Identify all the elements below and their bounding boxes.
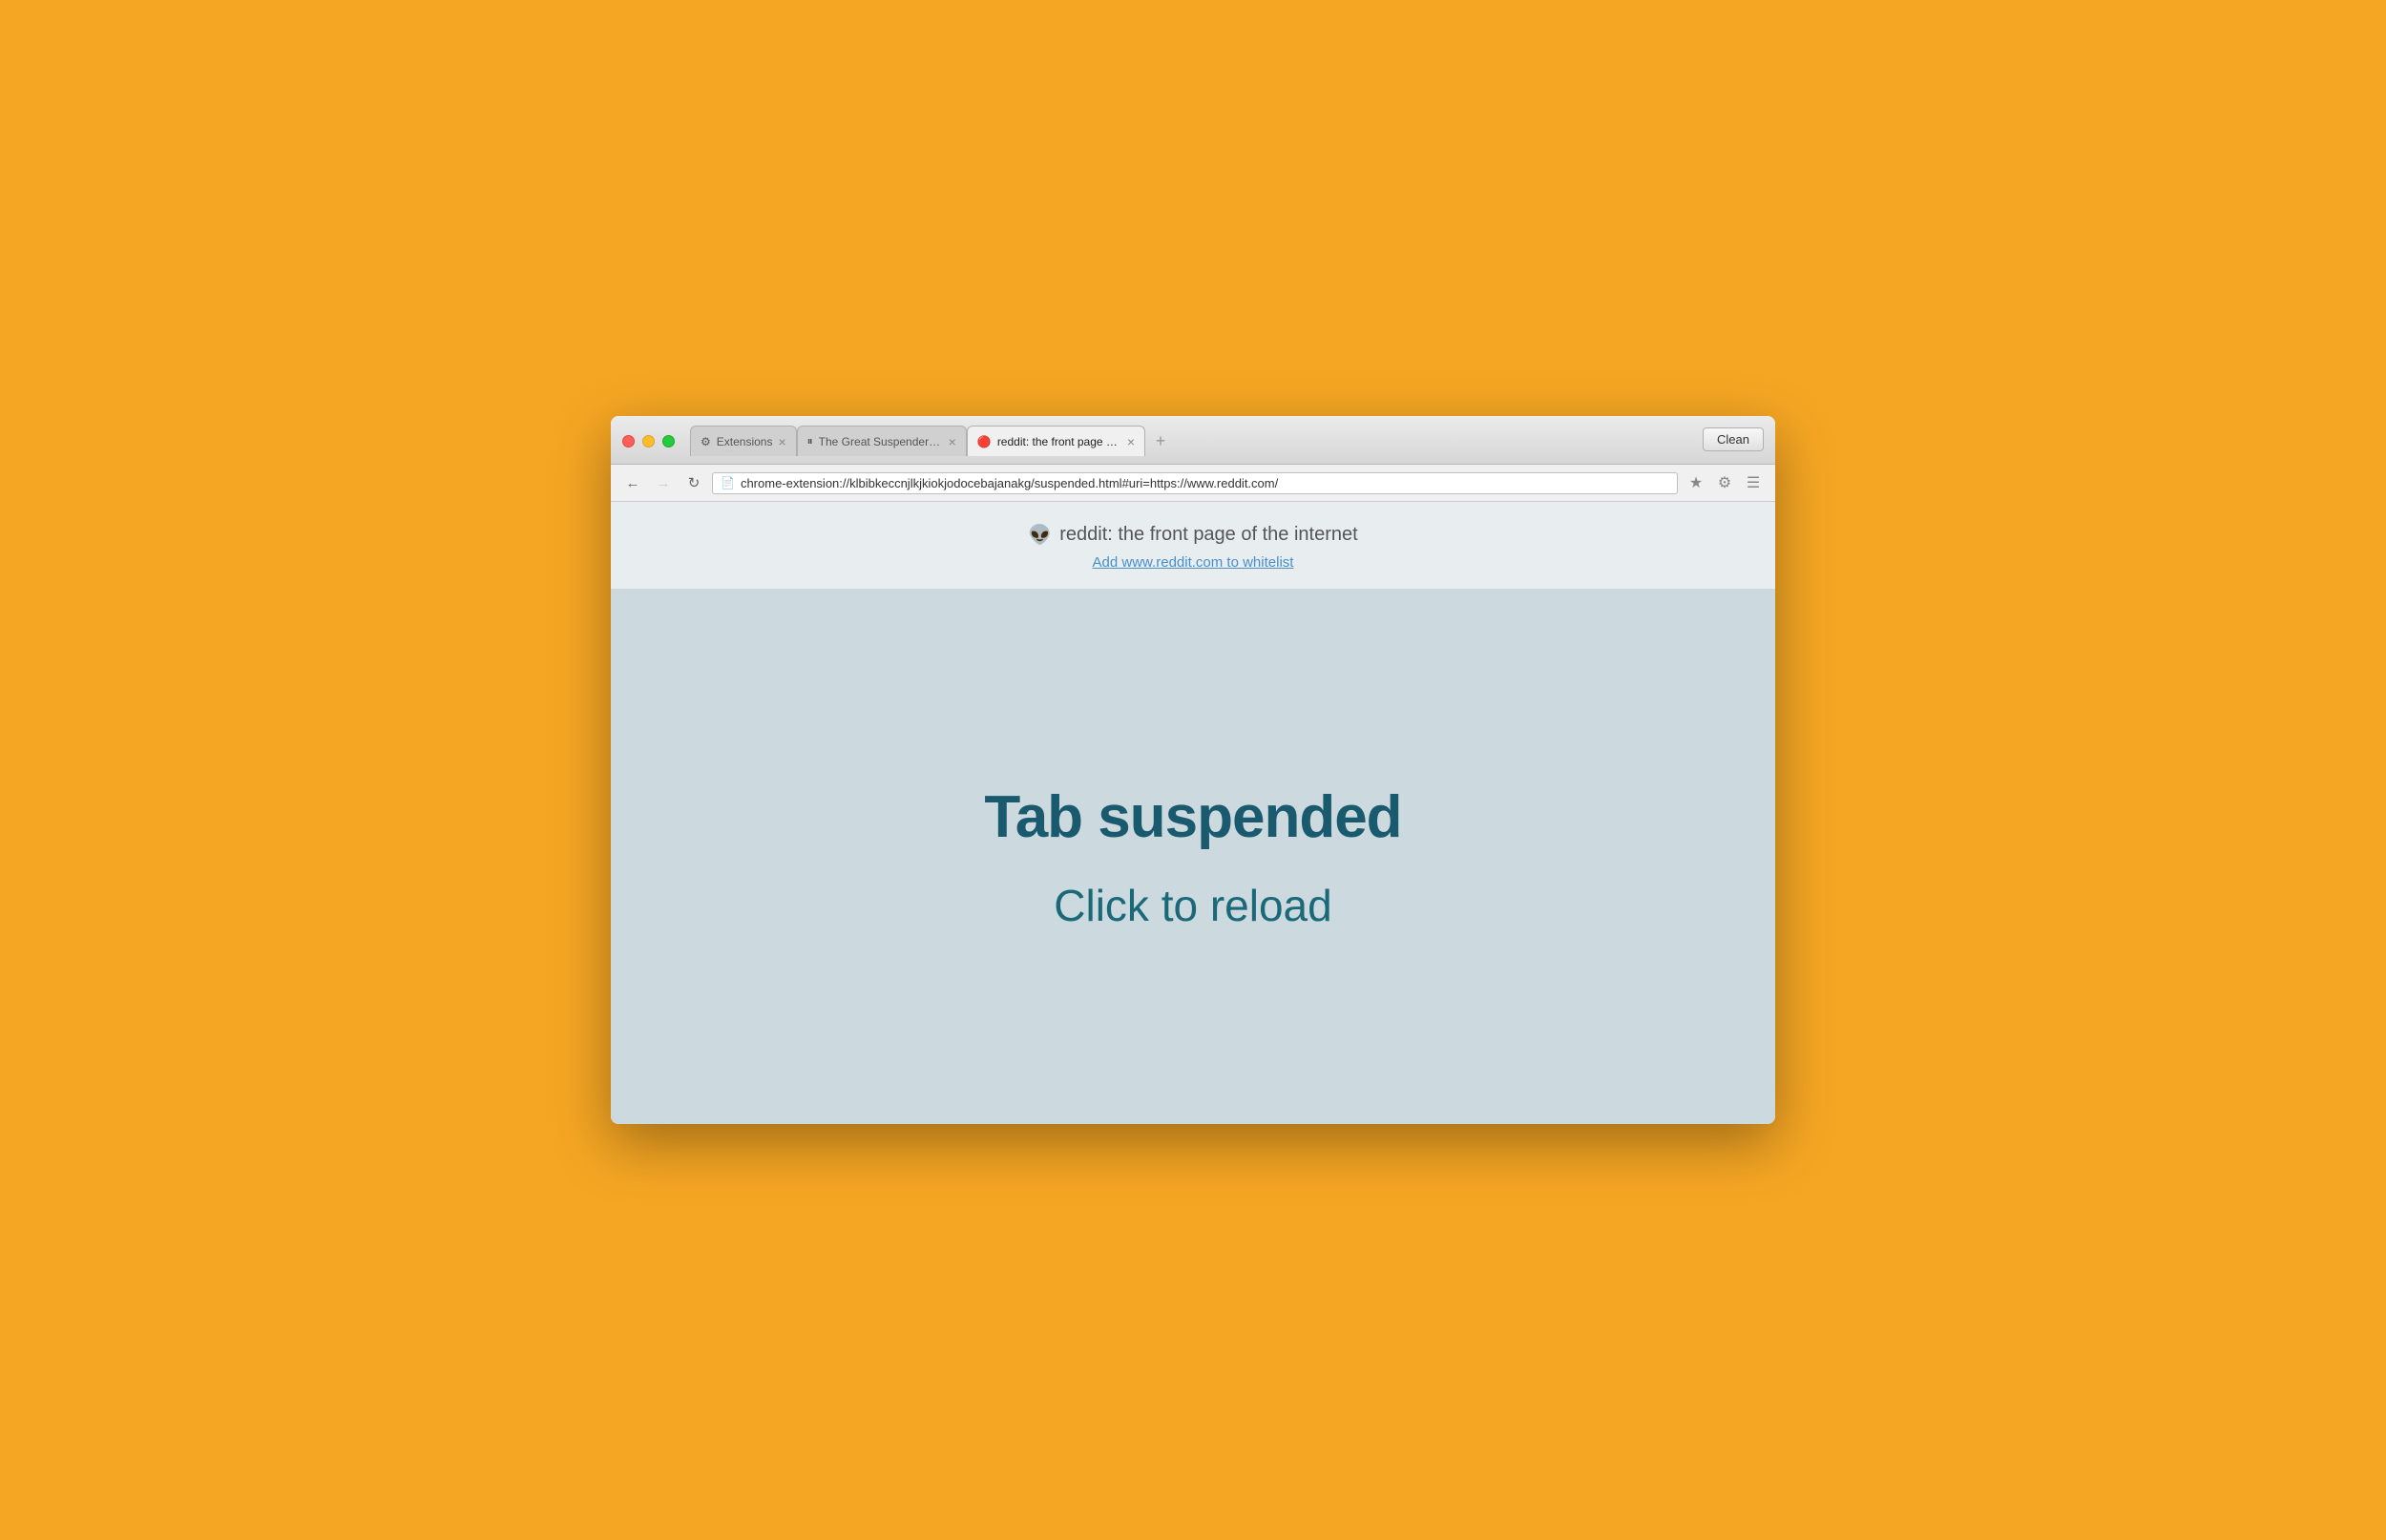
tab-great-suspender-close[interactable]: × <box>949 435 956 448</box>
new-tab-button[interactable]: + <box>1145 426 1176 456</box>
tab-great-suspender[interactable]: ⏸ The Great Suspender - Chi × <box>797 426 967 456</box>
reload-button[interactable]: ↻ <box>681 470 706 495</box>
tab-great-suspender-label: The Great Suspender - Chi <box>819 435 943 448</box>
extensions-tab-icon: ⚙ <box>701 435 711 448</box>
bookmark-button[interactable]: ★ <box>1684 470 1708 495</box>
puzzle-icon: ⚙ <box>1718 473 1731 492</box>
back-icon: ← <box>626 475 640 491</box>
tab-reddit-label: reddit: the front page of th <box>997 435 1121 448</box>
back-button[interactable]: ← <box>620 470 645 495</box>
tab-extensions-close[interactable]: × <box>778 435 785 448</box>
tab-extensions[interactable]: ⚙ Extensions × <box>690 426 797 456</box>
click-to-reload-label[interactable]: Click to reload <box>1054 880 1331 931</box>
forward-button[interactable]: → <box>651 470 676 495</box>
star-icon: ★ <box>1689 473 1703 492</box>
page-header: 👽 reddit: the front page of the internet… <box>611 502 1775 590</box>
title-bar: ⚙ Extensions × ⏸ The Great Suspender - C… <box>611 416 1775 465</box>
reload-icon: ↻ <box>688 474 701 491</box>
reddit-tab-icon: 🔴 <box>977 435 992 448</box>
page-site-title: reddit: the front page of the internet <box>1059 524 1357 546</box>
close-button[interactable] <box>622 435 635 447</box>
clean-button[interactable]: Clean <box>1703 427 1764 451</box>
menu-icon: ☰ <box>1747 473 1760 492</box>
nav-bar: ← → ↻ 📄 ★ ⚙ ☰ <box>611 465 1775 502</box>
tab-extensions-label: Extensions <box>717 435 773 448</box>
great-suspender-tab-icon: ⏸ <box>807 434 813 448</box>
page-header-title: 👽 reddit: the front page of the internet <box>611 523 1775 547</box>
forward-icon: → <box>657 475 671 491</box>
address-input[interactable] <box>741 476 1669 490</box>
menu-button[interactable]: ☰ <box>1741 470 1766 495</box>
extension-icon-button[interactable]: ⚙ <box>1712 470 1737 495</box>
browser-window: ⚙ Extensions × ⏸ The Great Suspender - C… <box>611 416 1775 1124</box>
suspended-title: Tab suspended <box>984 783 1401 851</box>
address-bar-document-icon: 📄 <box>721 476 735 489</box>
suspended-page-content[interactable]: Tab suspended Click to reload <box>611 590 1775 1124</box>
new-tab-icon: + <box>1156 431 1166 451</box>
nav-actions: ★ ⚙ ☰ <box>1684 470 1766 495</box>
maximize-button[interactable] <box>662 435 675 447</box>
tabs-row: ⚙ Extensions × ⏸ The Great Suspender - C… <box>690 426 1703 456</box>
tab-reddit-close[interactable]: × <box>1127 435 1135 448</box>
tab-reddit[interactable]: 🔴 reddit: the front page of th × <box>967 426 1145 456</box>
reddit-site-icon: 👽 <box>1028 523 1052 547</box>
window-controls <box>622 435 675 447</box>
minimize-button[interactable] <box>642 435 655 447</box>
whitelist-link[interactable]: Add www.reddit.com to whitelist <box>1093 554 1294 571</box>
address-bar[interactable]: 📄 <box>712 472 1678 494</box>
